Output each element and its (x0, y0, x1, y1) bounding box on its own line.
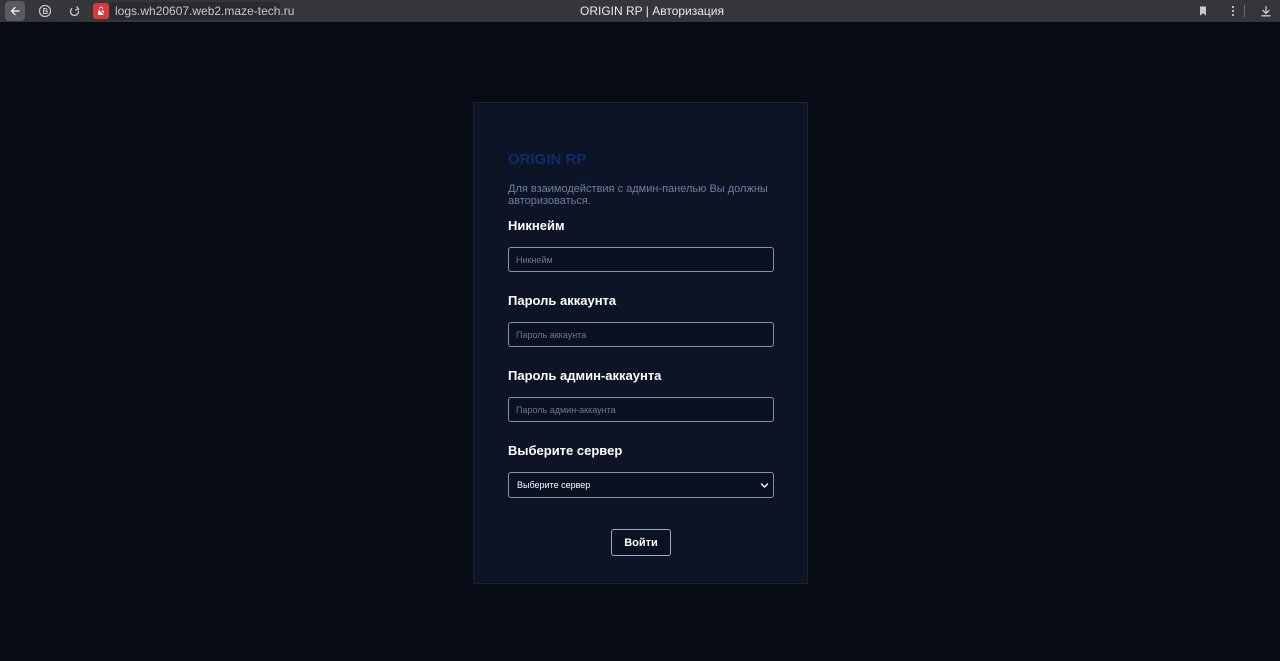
nickname-input[interactable] (508, 247, 774, 272)
chevron-down-icon (760, 483, 769, 488)
brand-title: ORIGIN RP (508, 151, 587, 168)
server-select[interactable]: Выберите сервер (508, 472, 774, 498)
bookmark-icon (1200, 6, 1206, 16)
download-button[interactable] (1256, 1, 1276, 21)
toolbar-divider (1244, 5, 1245, 17)
browser-toolbar: logs.wh20607.web2.maze-tech.ru ORIGIN RP… (0, 0, 1280, 22)
server-select-value: Выберите сервер (517, 480, 591, 490)
bookmark-button[interactable] (1193, 1, 1213, 21)
nickname-label: Никнейм (508, 218, 565, 233)
admin-password-input[interactable] (508, 397, 774, 422)
menu-button[interactable] (1223, 1, 1243, 21)
download-icon (1261, 5, 1271, 17)
account-password-label: Пароль аккаунта (508, 293, 617, 308)
admin-password-label: Пароль админ-аккаунта (508, 368, 662, 383)
login-button[interactable]: Войти (611, 529, 671, 556)
login-card: ORIGIN RP Для взаимодействия с админ-пан… (473, 102, 808, 584)
tab-title: ORIGIN RP | Авторизация (579, 4, 725, 18)
login-subtitle: Для взаимодействия с админ-панелью Вы до… (508, 183, 768, 207)
account-password-input[interactable] (508, 322, 774, 347)
server-label: Выберите сервер (508, 443, 623, 458)
menu-dots-icon (1231, 5, 1235, 17)
